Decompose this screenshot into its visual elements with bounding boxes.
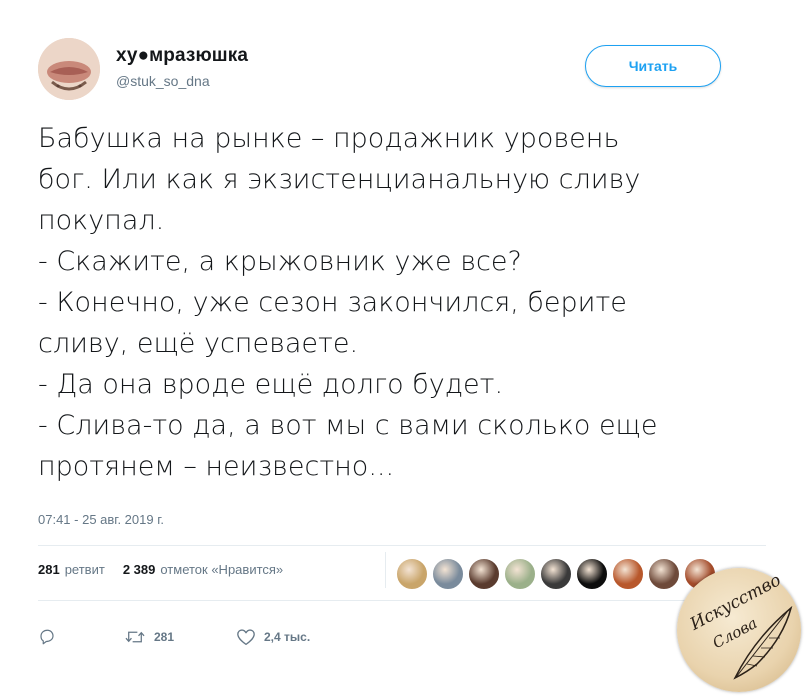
tweet-text: Бабушка на рынке – продажник уровень бог… <box>38 118 778 487</box>
author-avatar[interactable] <box>38 38 100 100</box>
tweet-line: - Скажите, а крыжовник уже все? <box>38 246 522 277</box>
avatar-2[interactable] <box>432 558 464 590</box>
like-count: 2,4 тыс. <box>264 630 311 644</box>
avatar-5[interactable] <box>540 558 572 590</box>
watermark-logo: Искусство Слова <box>677 568 801 692</box>
tweet-line: покупал. <box>38 205 165 236</box>
avatar-3[interactable] <box>468 558 500 590</box>
tweet-actions: 281 2,4 тыс. <box>38 628 310 646</box>
tweet-timestamp[interactable]: 07:41 - 25 авг. 2019 г. <box>38 512 164 527</box>
heart-icon <box>236 628 256 646</box>
retweet-count: 281 <box>154 630 175 644</box>
tweet-line: протянем – неизвестно... <box>38 451 395 482</box>
stats-separator <box>385 552 386 588</box>
avatar-8[interactable] <box>648 558 680 590</box>
avatar-4[interactable] <box>504 558 536 590</box>
tweet-line: Бабушка на рынке – продажник уровень <box>38 123 620 154</box>
likes-count[interactable]: 2 389 <box>123 562 156 577</box>
author-handle[interactable]: @stuk_so_dna <box>116 73 210 89</box>
avatar-1[interactable] <box>396 558 428 590</box>
like-button[interactable]: 2,4 тыс. <box>236 628 310 646</box>
likes-label[interactable]: отметок «Нравится» <box>160 562 283 577</box>
reply-button[interactable] <box>38 628 124 646</box>
divider-top <box>38 545 766 546</box>
author-display-name[interactable]: ху●мразюшка <box>116 45 248 67</box>
tweet-line: бог. Или как я экзистенцианальную сливу <box>38 164 641 195</box>
retweet-icon <box>124 628 146 646</box>
tweet-line: - Конечно, уже сезон закончился, берите <box>38 287 627 318</box>
retweets-label[interactable]: ретвит <box>65 562 105 577</box>
likers-avatars <box>396 558 720 590</box>
reply-icon <box>38 628 56 646</box>
avatar-6[interactable] <box>576 558 608 590</box>
tweet-line: - Да она вроде ещё долго будет. <box>38 369 504 400</box>
retweets-count[interactable]: 281 <box>38 562 60 577</box>
tweet-line: - Слива-то да, а вот мы с вами сколько е… <box>38 410 658 441</box>
tweet-line: сливу, ещё успеваете. <box>38 328 359 359</box>
divider-bottom <box>38 600 766 601</box>
tweet-stats: 281 ретвит 2 389 отметок «Нравится» <box>38 562 283 577</box>
avatar-7[interactable] <box>612 558 644 590</box>
retweet-button[interactable]: 281 <box>124 628 236 646</box>
follow-button[interactable]: Читать <box>585 45 721 87</box>
